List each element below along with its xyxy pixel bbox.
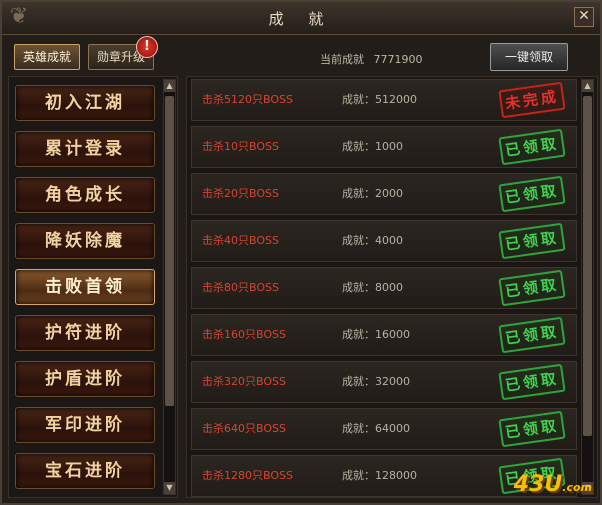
- achievement-scrollbar[interactable]: ▲ ▼: [581, 79, 594, 495]
- achievement-window: ❦ 成 就 ✕ 英雄成就 勋章升级 ! 当前成就 7771900 一键领取 初入…: [0, 0, 602, 505]
- achievement-task: 击杀40只BOSS: [202, 234, 279, 247]
- achievement-points: 成就：512000: [342, 93, 417, 106]
- scroll-thumb[interactable]: [165, 96, 174, 406]
- category-item-active[interactable]: 击败首领: [15, 269, 155, 305]
- achievement-task: 击杀80只BOSS: [202, 281, 279, 294]
- achievement-points: 成就：4000: [342, 234, 403, 247]
- achievement-row: 击杀10只BOSS 成就：1000 已领取: [191, 126, 577, 168]
- window-title: 成 就: [268, 10, 334, 28]
- category-list: 初入江湖 累计登录 角色成长 降妖除魔 击败首领 护符进阶 护盾进阶 军印进阶 …: [8, 76, 178, 498]
- achievement-task: 击杀10只BOSS: [202, 140, 279, 153]
- achievement-task: 击杀5120只BOSS: [202, 93, 293, 106]
- status-stamp-claimed: 已领取: [498, 175, 566, 213]
- category-scrollbar[interactable]: ▲ ▼: [163, 79, 176, 495]
- achievement-task: 击杀320只BOSS: [202, 375, 286, 388]
- achievement-points: 成就：128000: [342, 469, 417, 482]
- title-bar[interactable]: ❦ 成 就 ✕: [2, 2, 600, 35]
- category-item[interactable]: 军印进阶: [15, 407, 155, 443]
- site-watermark: 43U.com: [514, 472, 592, 497]
- total-label: 当前成就: [320, 53, 364, 66]
- status-stamp-claimed: 已领取: [498, 410, 566, 448]
- status-stamp-claimed: 已领取: [498, 316, 566, 354]
- alert-badge-icon: !: [136, 36, 158, 58]
- achievement-task: 击杀160只BOSS: [202, 328, 286, 341]
- category-item[interactable]: 累计登录: [15, 131, 155, 167]
- achievement-row: 击杀160只BOSS 成就：16000 已领取: [191, 314, 577, 356]
- claim-all-button[interactable]: 一键领取: [490, 43, 568, 71]
- achievement-list: 击杀5120只BOSS 成就：512000 未完成 击杀10只BOSS 成就：1…: [186, 76, 598, 498]
- achievement-row: 击杀20只BOSS 成就：2000 已领取: [191, 173, 577, 215]
- status-stamp-claimed: 已领取: [498, 222, 566, 260]
- scroll-thumb[interactable]: [583, 96, 592, 436]
- scroll-down-icon[interactable]: ▼: [164, 482, 175, 494]
- category-item[interactable]: 护盾进阶: [15, 361, 155, 397]
- scroll-up-icon[interactable]: ▲: [164, 80, 175, 92]
- tab-hero-achievements[interactable]: 英雄成就: [14, 44, 81, 70]
- achievement-points: 成就：1000: [342, 140, 403, 153]
- achievement-points: 成就：8000: [342, 281, 403, 294]
- category-item[interactable]: 护符进阶: [15, 315, 155, 351]
- status-stamp-incomplete: 未完成: [498, 81, 566, 119]
- total-value: 7771900: [373, 53, 423, 66]
- achievement-task: 击杀640只BOSS: [202, 422, 286, 435]
- category-item[interactable]: 初入江湖: [15, 85, 155, 121]
- achievement-row: 击杀5120只BOSS 成就：512000 未完成: [191, 79, 577, 121]
- category-item[interactable]: 降妖除魔: [15, 223, 155, 259]
- achievement-task: 击杀1280只BOSS: [202, 469, 293, 482]
- watermark-main: 43U: [513, 472, 563, 497]
- watermark-suffix: .com: [562, 481, 592, 494]
- achievement-row: 击杀80只BOSS 成就：8000 已领取: [191, 267, 577, 309]
- achievement-row: 击杀320只BOSS 成就：32000 已领取: [191, 361, 577, 403]
- scroll-up-icon[interactable]: ▲: [582, 80, 593, 92]
- achievement-task: 击杀20只BOSS: [202, 187, 279, 200]
- status-stamp-claimed: 已领取: [498, 128, 566, 166]
- achievement-points: 成就：32000: [342, 375, 410, 388]
- current-achievement-total: 当前成就 7771900: [320, 51, 423, 67]
- close-button[interactable]: ✕: [574, 7, 594, 27]
- status-stamp-claimed: 已领取: [498, 269, 566, 307]
- achievement-points: 成就：16000: [342, 328, 410, 341]
- achievement-points: 成就：64000: [342, 422, 410, 435]
- status-stamp-claimed: 已领取: [498, 363, 566, 401]
- category-item[interactable]: 宝石进阶: [15, 453, 155, 489]
- achievement-points: 成就：2000: [342, 187, 403, 200]
- achievement-row: 击杀640只BOSS 成就：64000 已领取: [191, 408, 577, 450]
- achievement-row: 击杀40只BOSS 成就：4000 已领取: [191, 220, 577, 262]
- category-item[interactable]: 角色成长: [15, 177, 155, 213]
